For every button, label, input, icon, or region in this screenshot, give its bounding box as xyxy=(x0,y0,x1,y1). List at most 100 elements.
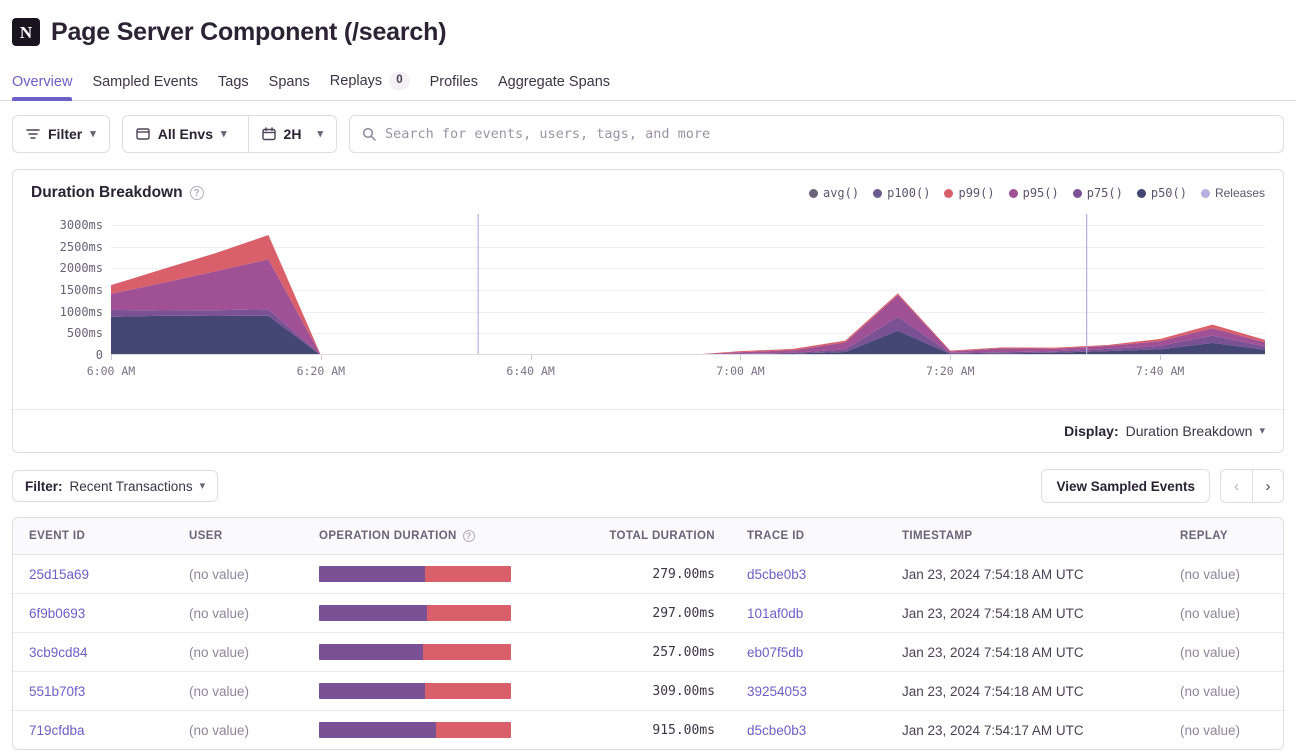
tab-aggregate-spans[interactable]: Aggregate Spans xyxy=(488,74,620,100)
duration-bar-segment-2 xyxy=(424,683,511,699)
legend-label: Releases xyxy=(1214,186,1265,200)
search-input[interactable] xyxy=(384,126,1271,142)
legend-dot-icon xyxy=(873,188,883,198)
y-tick-label: 1500ms xyxy=(59,282,103,297)
pagination: ‹ › xyxy=(1220,469,1284,503)
x-tick-label: 6:00 AM xyxy=(86,364,136,378)
legend-item-p100[interactable]: p100() xyxy=(873,186,930,200)
tab-label: Sampled Events xyxy=(92,74,199,90)
filter-icon xyxy=(26,129,40,139)
chart-area: 3000ms 2500ms 2000ms 1500ms 1000ms 500ms 0 6:0… xyxy=(31,214,1265,389)
legend-item-Releases[interactable]: Releases xyxy=(1200,186,1265,200)
table-row[interactable]: 3cb9cd84 (no value) 257.00ms eb07f5db Jan 23… xyxy=(13,632,1283,672)
help-icon[interactable]: ? xyxy=(462,530,475,542)
column-header-user[interactable]: USER xyxy=(173,518,303,555)
cell-trace-id[interactable]: d5cbe0b3 xyxy=(731,711,886,750)
duration-bar-segment-1 xyxy=(319,605,427,621)
legend-item-avg[interactable]: avg() xyxy=(808,186,859,200)
cell-user-text: (no value) xyxy=(189,566,250,582)
help-icon[interactable]: ? xyxy=(189,186,204,200)
env-selector-label: All Envs xyxy=(157,126,214,142)
next-page-button[interactable]: › xyxy=(1252,469,1284,503)
x-tick-mark xyxy=(320,355,322,360)
cell-trace-id[interactable]: d5cbe0b3 xyxy=(731,554,886,594)
search-bar[interactable] xyxy=(348,115,1284,153)
legend-item-p75[interactable]: p75() xyxy=(1072,186,1123,200)
cell-timestamp-text: Jan 23, 2024 7:54:18 AM UTC xyxy=(902,644,1084,660)
legend-dot-icon xyxy=(944,188,954,198)
duration-bar-segment-1 xyxy=(319,566,425,582)
duration-breakdown-panel: Duration Breakdown ? avg() p100() p99() p95… xyxy=(12,169,1284,453)
cell-total-duration: 309.00ms xyxy=(581,671,731,711)
x-tick-label: 7:40 AM xyxy=(1135,364,1185,378)
table-row[interactable]: 6f9b0693 (no value) 297.00ms 101af0db Jan 23… xyxy=(13,593,1283,633)
display-label: Display: xyxy=(1064,423,1119,439)
column-header-operation-duration[interactable]: OPERATION DURATION? xyxy=(303,518,581,555)
legend-item-p50[interactable]: p50() xyxy=(1136,186,1187,200)
cell-trace-id-text: eb07f5db xyxy=(747,644,804,660)
tab-replays[interactable]: Replays 0 xyxy=(320,72,420,100)
cell-event-id[interactable]: 25d15a69 xyxy=(13,554,173,594)
legend-item-p95[interactable]: p95() xyxy=(1008,186,1059,200)
cell-timestamp: Jan 23, 2024 7:54:18 AM UTC xyxy=(886,554,1164,594)
tab-spans[interactable]: Spans xyxy=(259,74,320,100)
column-header-event-id[interactable]: EVENT ID xyxy=(13,518,173,555)
duration-bar-segment-1 xyxy=(319,722,437,738)
tab-label: Profiles xyxy=(429,74,478,90)
tab-tags[interactable]: Tags xyxy=(208,74,259,100)
cell-trace-id[interactable]: eb07f5db xyxy=(731,632,886,672)
x-tick-label: 6:20 AM xyxy=(296,364,346,378)
chevron-down-icon: ▾ xyxy=(317,127,323,140)
events-table: EVENT ID USER OPERATION DURATION? TOTAL DUR… xyxy=(13,518,1283,750)
column-header-timestamp[interactable]: TIMESTAMP xyxy=(886,518,1164,555)
y-tick-label: 0 xyxy=(95,348,103,362)
table-row[interactable]: 25d15a69 (no value) 279.00ms d5cbe0b3 Jan 23… xyxy=(13,554,1283,594)
column-header-label: REPLAY xyxy=(1180,530,1228,542)
cell-trace-id-text: 39254053 xyxy=(747,683,808,699)
table-row[interactable]: 719cfdba (no value) 915.00ms d5cbe0b3 Jan 23… xyxy=(13,711,1283,750)
cell-event-id[interactable]: 3cb9cd84 xyxy=(13,632,173,672)
tab-label: Spans xyxy=(268,74,310,90)
events-table-wrapper: EVENT ID USER OPERATION DURATION? TOTAL DUR… xyxy=(12,517,1284,750)
cell-trace-id[interactable]: 101af0db xyxy=(731,593,886,633)
column-header-total-duration[interactable]: TOTAL DURATION xyxy=(581,518,731,555)
transactions-filter-label: Filter: xyxy=(25,478,63,494)
tab-sampled-events[interactable]: Sampled Events xyxy=(82,74,208,100)
legend-item-p99[interactable]: p99() xyxy=(944,186,995,200)
view-sampled-events-button[interactable]: View Sampled Events xyxy=(1041,469,1210,503)
display-value[interactable]: Duration Breakdown xyxy=(1126,423,1253,439)
panel-header: Duration Breakdown ? avg() p100() p99() p95… xyxy=(13,170,1283,202)
transactions-filter-dropdown[interactable]: Filter: Recent Transactions ▾ xyxy=(12,470,219,502)
cell-trace-id-text: d5cbe0b3 xyxy=(747,566,807,582)
prev-page-button[interactable]: ‹ xyxy=(1220,469,1252,503)
cell-trace-id[interactable]: 39254053 xyxy=(731,671,886,711)
column-header-trace-id[interactable]: TRACE ID xyxy=(731,518,886,555)
cell-event-id[interactable]: 6f9b0693 xyxy=(13,593,173,633)
table-row[interactable]: 551b70f3 (no value) 309.00ms 39254053 Jan 23… xyxy=(13,671,1283,711)
cell-event-id[interactable]: 551b70f3 xyxy=(13,671,173,711)
chevron-down-icon[interactable]: ▾ xyxy=(1259,425,1265,437)
plot-region[interactable] xyxy=(111,214,1265,360)
cell-event-id-text: 25d15a69 xyxy=(29,566,90,582)
env-selector[interactable]: All Envs ▾ xyxy=(123,116,240,152)
time-range-selector[interactable]: 2H ▾ xyxy=(247,116,336,152)
column-header-label: OPERATION DURATION xyxy=(319,530,457,542)
calendar-icon xyxy=(261,127,276,141)
table-body: 25d15a69 (no value) 279.00ms d5cbe0b3 Jan 23… xyxy=(13,554,1283,750)
legend-dot-icon xyxy=(808,188,818,198)
legend-label: p100() xyxy=(887,186,931,200)
cell-trace-id-text: d5cbe0b3 xyxy=(747,722,807,738)
chevron-down-icon: ▾ xyxy=(221,127,227,140)
cell-user: (no value) xyxy=(173,711,303,750)
tab-overview[interactable]: Overview xyxy=(12,74,82,101)
cell-event-id[interactable]: 719cfdba xyxy=(13,711,173,750)
cell-replay: (no value) xyxy=(1164,554,1283,594)
cell-user: (no value) xyxy=(173,671,303,711)
tab-profiles[interactable]: Profiles xyxy=(420,74,488,100)
column-header-replay[interactable]: REPLAY xyxy=(1164,518,1283,555)
filter-button[interactable]: Filter ▾ xyxy=(12,115,110,153)
cell-total-duration-text: 309.00ms xyxy=(652,683,715,699)
column-header-label: TIMESTAMP xyxy=(902,530,973,542)
cell-event-id-text: 551b70f3 xyxy=(29,683,86,699)
legend-label: p50() xyxy=(1150,186,1187,200)
